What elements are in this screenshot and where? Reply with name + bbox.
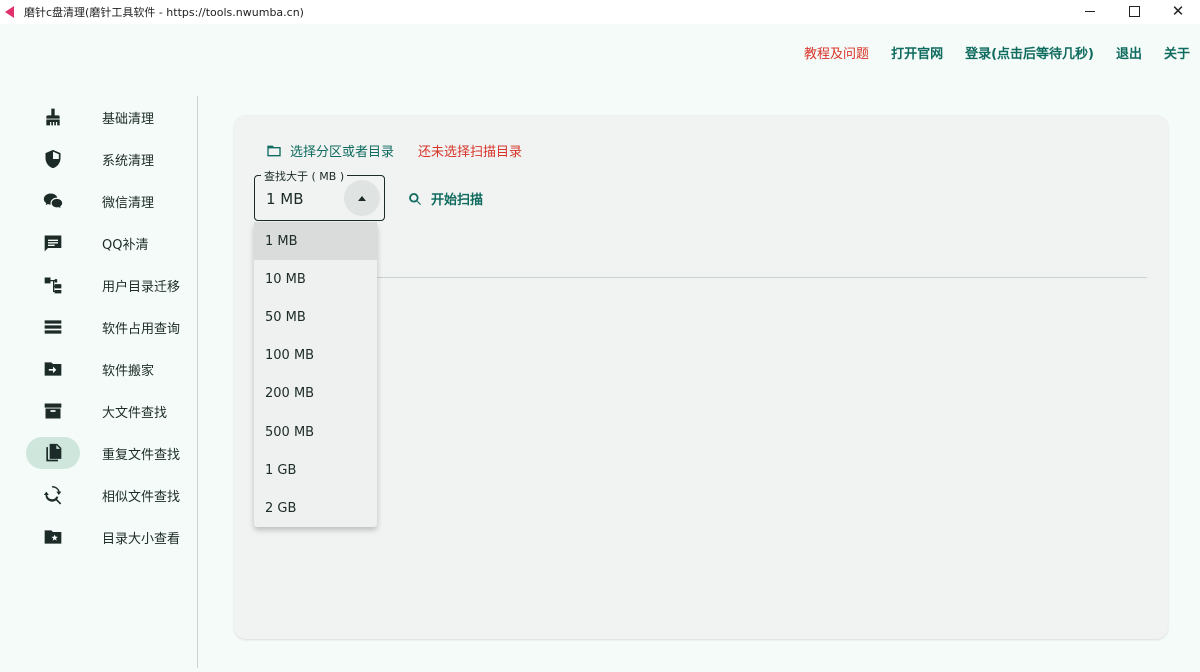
sidebar-item-wechat-clean[interactable]: 微信清理 <box>26 185 186 217</box>
dropdown-option[interactable]: 50 MB <box>254 298 377 336</box>
folder-move-icon <box>26 353 80 385</box>
chevron-up-icon[interactable] <box>344 180 380 216</box>
shield-icon <box>26 143 80 175</box>
dropdown-option[interactable]: 200 MB <box>254 375 377 413</box>
sidebar-item-qq-clean[interactable]: QQ补清 <box>26 227 186 259</box>
choose-dir-label: 选择分区或者目录 <box>290 145 395 160</box>
choose-dir-row: 选择分区或者目录 还未选择扫描目录 <box>266 141 522 160</box>
dropdown-option[interactable]: 1 GB <box>254 451 377 489</box>
sidebar-item-label: 大文件查找 <box>102 405 168 421</box>
start-scan-button[interactable]: 开始扫描 <box>408 189 483 208</box>
login-link[interactable]: 登录(点击后等待几秒) <box>965 43 1094 62</box>
start-scan-label: 开始扫描 <box>431 193 484 208</box>
sidebar-item-label: 基础清理 <box>102 111 155 127</box>
sidebar-item-software-move[interactable]: 软件搬家 <box>26 353 186 385</box>
chat-icon <box>26 227 80 259</box>
sidebar-item-label: 用户目录迁移 <box>102 279 181 295</box>
search-icon <box>409 192 422 205</box>
sidebar-item-dir-size-view[interactable]: 目录大小查看 <box>26 521 186 553</box>
sidebar-item-label: 相似文件查找 <box>102 489 181 505</box>
sidebar-item-label: 软件占用查询 <box>102 321 181 337</box>
choose-dir-button[interactable]: 选择分区或者目录 <box>266 141 394 160</box>
sidebar-item-basic-clean[interactable]: 基础清理 <box>26 101 186 133</box>
sidebar-item-label: 系统清理 <box>102 153 155 169</box>
tutorial-link[interactable]: 教程及问题 <box>804 43 869 62</box>
sidebar-item-system-clean[interactable]: 系统清理 <box>26 143 186 175</box>
list-icon <box>26 311 80 343</box>
title-bar: 磨针c盘清理(磨针工具软件 - https://tools.nwumba.cn)… <box>0 0 1200 24</box>
dropdown-option[interactable]: 500 MB <box>254 413 377 451</box>
broom-icon <box>26 101 80 133</box>
close-button[interactable]: ✕ <box>1156 0 1200 22</box>
folder-star-icon <box>26 521 80 553</box>
dropdown-option[interactable]: 1 MB <box>254 222 377 261</box>
dropdown-option[interactable]: 100 MB <box>254 337 377 375</box>
divider <box>254 277 1147 278</box>
sidebar-item-software-usage[interactable]: 软件占用查询 <box>26 311 186 343</box>
folder-icon <box>267 145 281 156</box>
sidebar-item-label: QQ补清 <box>102 237 149 253</box>
logout-link[interactable]: 退出 <box>1116 43 1142 62</box>
dropdown-option[interactable]: 10 MB <box>254 260 377 298</box>
official-site-link[interactable]: 打开官网 <box>891 43 943 62</box>
size-select-value: 1 MB <box>266 190 304 208</box>
tree-icon <box>26 269 80 301</box>
sidebar-item-user-dir-migrate[interactable]: 用户目录迁移 <box>26 269 186 301</box>
sidebar-item-label: 软件搬家 <box>102 363 155 379</box>
size-dropdown-menu: 1 MB 10 MB 50 MB 100 MB 200 MB 500 MB 1 … <box>254 222 377 527</box>
sidebar-item-large-file-find[interactable]: 大文件查找 <box>26 395 186 427</box>
sidebar: 基础清理 系统清理 微信清理 QQ补清 用户目录迁移 软件占用查询 软件搬家 大… <box>0 96 198 668</box>
sidebar-item-label: 目录大小查看 <box>102 531 181 547</box>
wechat-icon <box>26 185 80 217</box>
archive-icon <box>26 395 80 427</box>
app-logo-icon <box>4 5 18 19</box>
sidebar-item-label: 微信清理 <box>102 195 155 211</box>
copy-icon <box>26 437 80 469</box>
search-refresh-icon <box>26 479 80 511</box>
sidebar-item-similar-file-find[interactable]: 相似文件查找 <box>26 479 186 511</box>
size-select-legend: 查找大于 ( MB ) <box>261 168 348 184</box>
sidebar-item-label: 重复文件查找 <box>102 447 181 463</box>
maximize-button[interactable] <box>1112 0 1156 22</box>
window-controls: ✕ <box>1068 0 1200 24</box>
sidebar-item-duplicate-file-find[interactable]: 重复文件查找 <box>26 437 186 469</box>
top-nav: 教程及问题 打开官网 登录(点击后等待几秒) 退出 关于 <box>804 43 1190 62</box>
minimize-button[interactable] <box>1068 0 1112 22</box>
about-link[interactable]: 关于 <box>1164 43 1190 62</box>
window-title: 磨针c盘清理(磨针工具软件 - https://tools.nwumba.cn) <box>24 6 304 19</box>
size-select[interactable]: 查找大于 ( MB ) 1 MB <box>254 168 385 221</box>
dropdown-option[interactable]: 2 GB <box>254 489 377 527</box>
dir-status-text: 还未选择扫描目录 <box>418 145 523 160</box>
